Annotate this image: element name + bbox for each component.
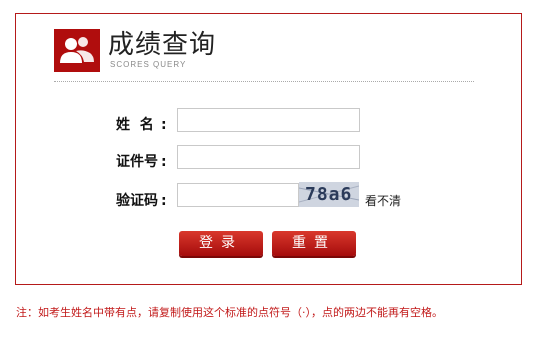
page-subtitle: SCORES QUERY xyxy=(110,60,187,69)
divider xyxy=(54,81,474,82)
captcha-image[interactable]: 78a6 xyxy=(299,182,359,207)
captcha-text: 78a6 xyxy=(305,184,353,205)
page-title: 成绩查询 xyxy=(108,30,217,60)
id-field-box xyxy=(177,145,360,169)
reset-button[interactable]: 重置 xyxy=(272,231,356,256)
name-label: 姓 名 xyxy=(116,117,154,133)
refresh-captcha-link[interactable]: 看不清 xyxy=(365,192,401,209)
id-label: 证件号 xyxy=(116,154,158,170)
id-colon: : xyxy=(161,154,167,170)
name-colon: : xyxy=(161,117,167,133)
captcha-field[interactable] xyxy=(178,184,298,206)
captcha-colon: : xyxy=(161,193,167,209)
id-number-field[interactable] xyxy=(178,146,359,168)
name-field-box xyxy=(177,108,360,132)
name-field[interactable] xyxy=(178,109,359,131)
captcha-field-box xyxy=(177,183,299,207)
notice-text: 注：如考生姓名中带有点，请复制使用这个标准的点符号（·），点的两边不能再有空格。 xyxy=(16,306,443,319)
users-icon xyxy=(54,29,100,72)
captcha-label: 验证码 xyxy=(116,193,158,209)
login-button[interactable]: 登录 xyxy=(179,231,263,256)
